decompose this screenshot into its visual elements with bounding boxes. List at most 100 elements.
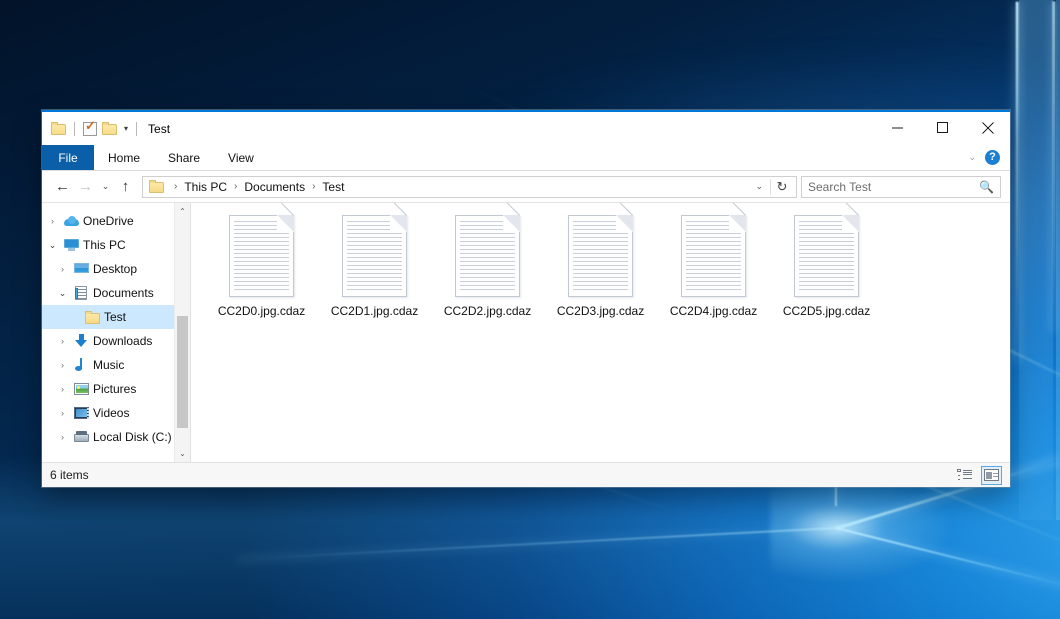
generic-document-icon <box>568 215 633 297</box>
properties-icon[interactable] <box>83 122 97 136</box>
expander-chevron-right-icon[interactable]: › <box>54 336 71 346</box>
expander-chevron-right-icon[interactable]: › <box>54 432 71 442</box>
scrollbar-track[interactable] <box>175 220 190 445</box>
tab-file[interactable]: File <box>42 145 94 170</box>
sidebar-item-desktop[interactable]: › Desktop <box>42 257 190 281</box>
expander-chevron-right-icon[interactable]: › <box>54 264 71 274</box>
breadcrumb-separator: › <box>229 181 242 192</box>
details-view-button[interactable] <box>954 466 975 485</box>
videos-icon <box>71 407 91 419</box>
breadcrumb-documents[interactable]: Documents <box>242 180 307 194</box>
generic-document-icon <box>455 215 520 297</box>
sidebar-item-label: Documents <box>91 286 154 300</box>
expander-chevron-down-icon[interactable]: ⌄ <box>54 288 71 299</box>
sidebar-item-label: This PC <box>81 238 126 252</box>
generic-document-icon <box>794 215 859 297</box>
file-list-pane[interactable]: CC2D0.jpg.cdaz CC2D1.jpg.cdaz <box>191 203 1010 462</box>
file-item[interactable]: CC2D2.jpg.cdaz <box>431 211 544 318</box>
sidebar-item-label: Videos <box>91 406 129 420</box>
downloads-icon <box>71 334 91 348</box>
sidebar-item-pictures[interactable]: › Pictures <box>42 377 190 401</box>
file-name-label: CC2D5.jpg.cdaz <box>783 304 870 318</box>
wallpaper-pane <box>1019 0 1053 520</box>
file-name-label: CC2D0.jpg.cdaz <box>218 304 305 318</box>
folder-icon <box>82 311 102 324</box>
up-button[interactable]: ↑ <box>114 175 137 198</box>
view-mode-buttons <box>954 466 1002 485</box>
generic-document-icon <box>342 215 407 297</box>
close-button[interactable] <box>965 112 1010 143</box>
file-grid: CC2D0.jpg.cdaz CC2D1.jpg.cdaz <box>191 203 1010 318</box>
sidebar-item-videos[interactable]: › Videos <box>42 401 190 425</box>
new-folder-icon[interactable] <box>102 122 117 135</box>
sidebar-item-this-pc[interactable]: ⌄ This PC <box>42 233 190 257</box>
navigation-pane: › OneDrive ⌄ This PC › Desktop <box>42 203 191 462</box>
desktop-icon <box>71 263 91 275</box>
chevron-down-icon[interactable]: ▾ <box>124 125 128 133</box>
tab-share[interactable]: Share <box>154 145 214 170</box>
sidebar-item-onedrive[interactable]: › OneDrive <box>42 209 190 233</box>
large-icons-view-button[interactable] <box>981 466 1002 485</box>
tab-home[interactable]: Home <box>94 145 154 170</box>
explorer-body: › OneDrive ⌄ This PC › Desktop <box>42 202 1010 462</box>
back-button[interactable]: ← <box>51 175 74 198</box>
breadcrumb[interactable]: › This PC › Documents › Test ⌄ ↻ <box>142 176 797 198</box>
expander-chevron-right-icon[interactable]: › <box>54 360 71 370</box>
toolbar-divider <box>136 122 137 136</box>
file-item[interactable]: CC2D0.jpg.cdaz <box>205 211 318 318</box>
sidebar-item-label: Music <box>91 358 124 372</box>
computer-icon <box>61 239 81 251</box>
folder-icon[interactable] <box>51 122 66 135</box>
search-icon[interactable]: 🔍 <box>979 180 994 194</box>
breadcrumb-this-pc[interactable]: This PC <box>182 180 229 194</box>
help-icon[interactable]: ? <box>985 150 1000 165</box>
sidebar-item-test[interactable]: Test <box>42 305 190 329</box>
search-input[interactable]: Search Test 🔍 <box>801 176 1001 198</box>
toolbar-divider <box>74 122 75 136</box>
generic-document-icon <box>681 215 746 297</box>
wallpaper-pane <box>1056 0 1060 520</box>
sidebar-item-downloads[interactable]: › Downloads <box>42 329 190 353</box>
wallpaper-beam <box>1053 1 1056 331</box>
sidebar-item-documents[interactable]: ⌄ Documents <box>42 281 190 305</box>
breadcrumb-test[interactable]: Test <box>320 180 346 194</box>
pictures-icon <box>71 383 91 395</box>
disk-icon <box>71 431 91 443</box>
expander-chevron-down-icon[interactable]: ⌄ <box>44 240 61 251</box>
wallpaper-beam <box>1015 2 1018 362</box>
generic-document-icon <box>229 215 294 297</box>
file-name-label: CC2D2.jpg.cdaz <box>444 304 531 318</box>
cloud-icon <box>61 216 81 227</box>
maximize-button[interactable] <box>920 112 965 143</box>
file-item[interactable]: CC2D3.jpg.cdaz <box>544 211 657 318</box>
sidebar-item-local-disk[interactable]: › Local Disk (C:) <box>42 425 190 449</box>
scroll-up-icon[interactable]: ⌃ <box>175 203 190 220</box>
desktop-wallpaper: ▾ Test File Home Share View <box>0 0 1060 619</box>
window-controls <box>875 112 1010 145</box>
ribbon-tab-bar: File Home Share View ⌄ ? <box>42 145 1010 171</box>
sidebar-item-label: Local Disk (C:) <box>91 430 172 444</box>
title-bar[interactable]: ▾ Test <box>42 112 1010 145</box>
file-name-label: CC2D3.jpg.cdaz <box>557 304 644 318</box>
forward-button[interactable]: → <box>74 175 97 198</box>
tab-view[interactable]: View <box>214 145 268 170</box>
navigation-scrollbar[interactable]: ⌃ ⌄ <box>174 203 190 462</box>
expander-chevron-right-icon[interactable]: › <box>54 384 71 394</box>
expand-ribbon-chevron-down-icon[interactable]: ⌄ <box>968 152 976 163</box>
file-item[interactable]: CC2D5.jpg.cdaz <box>770 211 883 318</box>
recent-locations-chevron-down-icon[interactable]: ⌄ <box>97 175 114 198</box>
refresh-icon[interactable]: ↻ <box>771 176 793 198</box>
search-placeholder: Search Test <box>808 180 979 194</box>
expander-chevron-right-icon[interactable]: › <box>44 216 61 226</box>
quick-access-toolbar: ▾ <box>42 122 140 136</box>
sidebar-item-music[interactable]: › Music <box>42 353 190 377</box>
file-item[interactable]: CC2D1.jpg.cdaz <box>318 211 431 318</box>
minimize-button[interactable] <box>875 112 920 143</box>
address-dropdown-chevron-down-icon[interactable]: ⌄ <box>748 181 770 192</box>
address-bar: ← → ⌄ ↑ › This PC › Documents › Test ⌄ ↻… <box>42 171 1010 202</box>
expander-chevron-right-icon[interactable]: › <box>54 408 71 418</box>
scrollbar-thumb[interactable] <box>177 316 188 428</box>
scroll-down-icon[interactable]: ⌄ <box>175 445 190 462</box>
file-item[interactable]: CC2D4.jpg.cdaz <box>657 211 770 318</box>
breadcrumb-separator: › <box>169 181 182 192</box>
